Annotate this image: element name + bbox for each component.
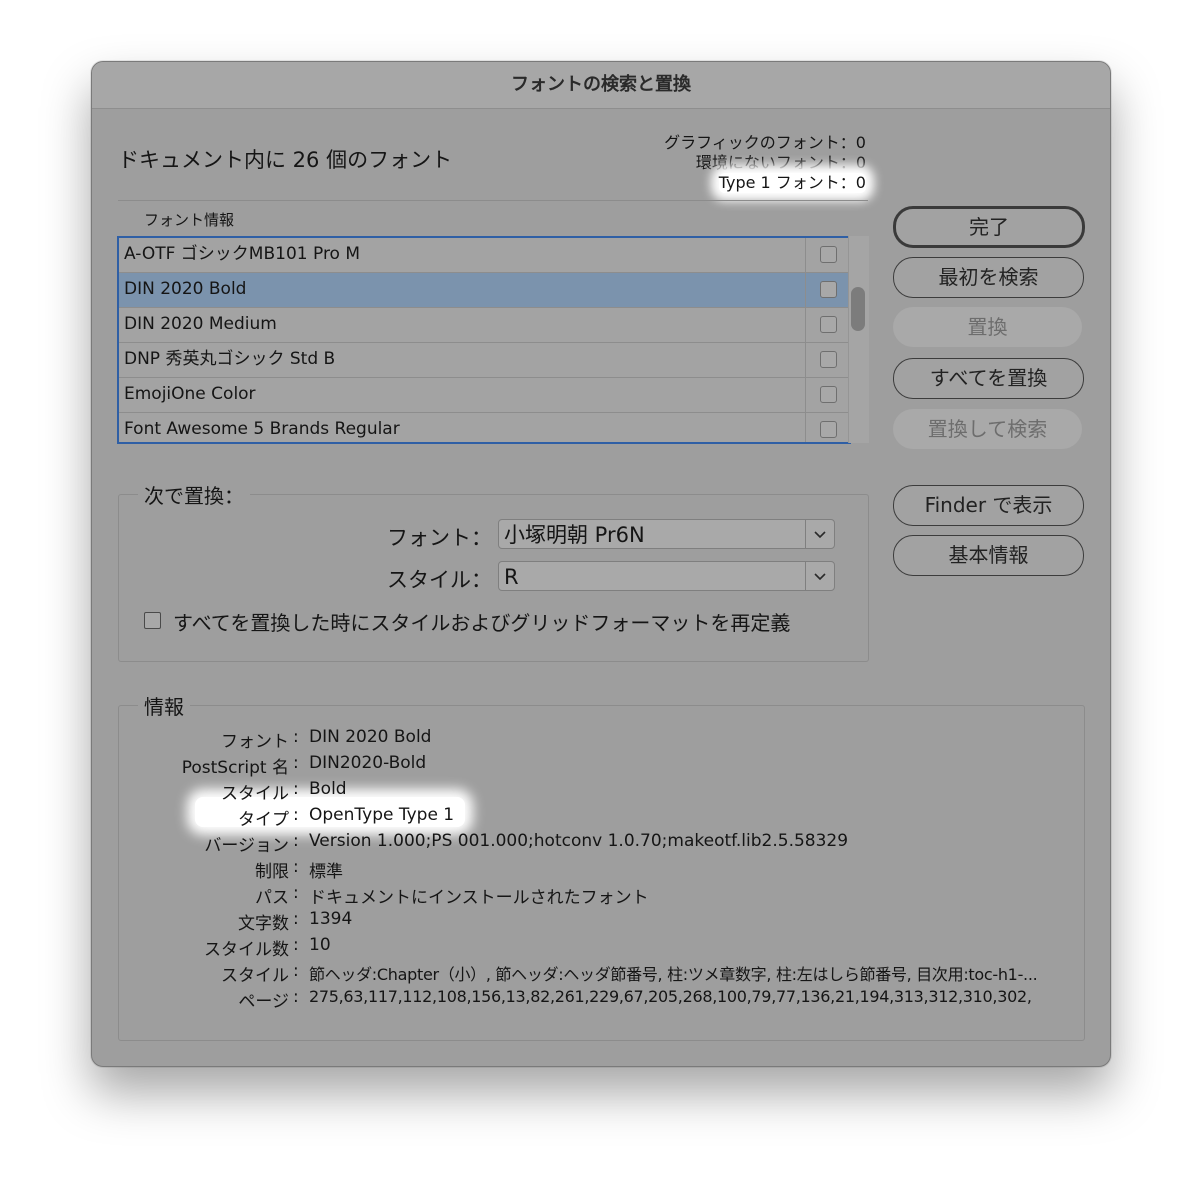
font-name: DIN 2020 Bold <box>124 279 247 299</box>
font-row-checkbox[interactable] <box>820 351 837 368</box>
info-table: フォント: DIN 2020 Bold PostScript 名: DIN202… <box>105 727 1065 1027</box>
redefine-style-checkbox[interactable] <box>144 612 161 629</box>
font-name: A-OTF ゴシックMB101 Pro M <box>124 244 361 264</box>
font-info-header: フォント情報 <box>144 211 235 229</box>
done-button[interactable]: 完了 <box>893 206 1085 248</box>
column-separator <box>805 413 806 442</box>
font-list-item[interactable]: Font Awesome 5 Brands Regular <box>119 413 849 442</box>
font-name: DIN 2020 Medium <box>124 314 277 334</box>
info-key: バージョン <box>204 836 289 856</box>
info-key: フォント <box>221 732 289 752</box>
font-list[interactable]: A-OTF ゴシックMB101 Pro M DIN 2020 Bold DIN … <box>117 236 851 444</box>
info-key: スタイル <box>221 784 289 804</box>
basic-info-button[interactable]: 基本情報 <box>893 535 1084 576</box>
info-key: 文字数 <box>238 914 289 934</box>
font-list-item[interactable]: DNP 秀英丸ゴシック Std B <box>119 343 849 378</box>
info-value: DIN2020-Bold <box>309 753 427 773</box>
column-separator <box>805 343 806 377</box>
info-title: 情報 <box>138 691 190 720</box>
info-key: タイプ <box>238 810 289 830</box>
font-row-checkbox[interactable] <box>820 386 837 403</box>
dialog-title: フォントの検索と置換 <box>92 62 1110 109</box>
font-list-item-selected[interactable]: DIN 2020 Bold <box>119 273 849 308</box>
info-key: スタイル数 <box>204 940 289 960</box>
chevron-down-icon <box>805 520 834 548</box>
font-name: EmojiOne Color <box>124 384 256 404</box>
info-value: DIN 2020 Bold <box>309 727 432 747</box>
info-value: OpenType Type 1 <box>309 805 455 825</box>
font-list-item[interactable]: DIN 2020 Medium <box>119 308 849 343</box>
document-font-count: ドキュメント内に 26 個のフォント <box>118 148 453 172</box>
column-separator <box>805 308 806 342</box>
replace-all-button[interactable]: すべてを置換 <box>893 358 1084 399</box>
font-name: DNP 秀英丸ゴシック Std B <box>124 349 336 369</box>
column-separator <box>805 378 806 412</box>
info-key: ページ <box>238 992 289 1012</box>
scrollbar-thumb[interactable] <box>851 287 865 331</box>
font-select[interactable]: 小塚明朝 Pr6N <box>498 519 835 549</box>
info-value: 1394 <box>309 909 353 929</box>
divider <box>118 200 868 201</box>
replace-and-find-button[interactable]: 置換して検索 <box>893 409 1082 449</box>
style-select[interactable]: R <box>498 561 835 591</box>
redefine-style-label: すべてを置換した時にスタイルおよびグリッドフォーマットを再定義 <box>173 611 791 635</box>
info-value: 節ヘッダ:Chapter（小）, 節ヘッダ:ヘッダ節番号, 柱:ツメ章数字, 柱… <box>309 965 1038 984</box>
font-select-value: 小塚明朝 Pr6N <box>504 523 645 547</box>
info-value: ドキュメントにインストールされたフォント <box>309 888 649 908</box>
font-row-checkbox[interactable] <box>820 246 837 263</box>
info-value: 275,63,117,112,108,156,13,82,261,229,67,… <box>309 987 1032 1006</box>
info-value: Version 1.000;PS 001.000;hotconv 1.0.70;… <box>309 831 849 851</box>
info-key: パス <box>255 888 289 908</box>
graphic-fonts-count: グラフィックのフォント：0 <box>664 133 866 152</box>
font-list-item[interactable]: A-OTF ゴシックMB101 Pro M <box>119 238 849 273</box>
info-key: PostScript 名 <box>181 758 289 778</box>
show-in-finder-button[interactable]: Finder で表示 <box>893 485 1084 526</box>
find-first-button[interactable]: 最初を検索 <box>893 257 1084 298</box>
replace-button[interactable]: 置換 <box>893 307 1082 347</box>
find-font-dialog: フォントの検索と置換 ドキュメント内に 26 個のフォント グラフィックのフォン… <box>91 61 1111 1067</box>
info-key: スタイル <box>221 966 289 986</box>
chevron-down-icon <box>805 562 834 590</box>
replace-with-title: 次で置換： <box>138 480 250 509</box>
info-value: 10 <box>309 935 331 955</box>
font-stats: グラフィックのフォント：0 環境にないフォント：0 Type 1 フォント：0 <box>664 133 866 193</box>
type1-fonts-count: Type 1 フォント：0 <box>718 173 866 193</box>
font-row-checkbox[interactable] <box>820 421 837 438</box>
font-row-checkbox[interactable] <box>820 316 837 333</box>
font-list-scrollbar[interactable] <box>848 236 869 443</box>
info-key: 制限 <box>255 862 289 882</box>
font-row-checkbox[interactable] <box>820 281 837 298</box>
style-select-value: R <box>504 565 519 589</box>
font-list-item[interactable]: EmojiOne Color <box>119 378 849 413</box>
info-value: Bold <box>309 779 347 799</box>
style-label: スタイル： <box>387 568 492 592</box>
column-separator <box>805 273 806 307</box>
font-name: Font Awesome 5 Brands Regular <box>124 419 400 439</box>
column-separator <box>805 238 806 272</box>
info-value: 標準 <box>309 862 343 882</box>
font-label: フォント： <box>387 526 492 550</box>
missing-fonts-count: 環境にないフォント：0 <box>695 153 866 172</box>
